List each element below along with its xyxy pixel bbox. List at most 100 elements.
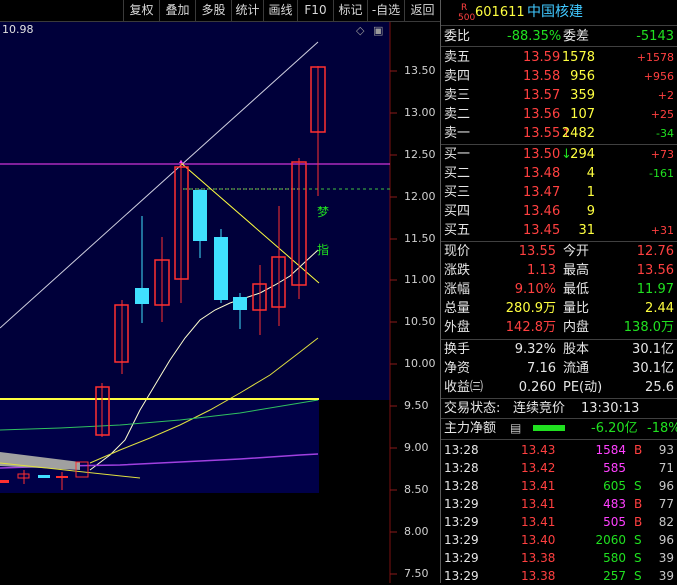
candlestick-chart[interactable] [0, 0, 440, 583]
level-label: 卖五 [444, 50, 471, 65]
trade-status-label: 交易状态: [444, 401, 501, 416]
list-icon[interactable]: ▤ [510, 419, 521, 438]
quote-label: 量比 [563, 301, 590, 316]
ask-level-row[interactable]: 卖三 13.57 359 +2 [441, 86, 677, 105]
quote-value: 1.13 [527, 263, 556, 278]
stats-row: 净资 7.16 流通 30.1亿 [441, 359, 677, 378]
tick-time: 13:28 [444, 479, 479, 493]
tick-side: S [634, 533, 642, 547]
tick-volume: 483 [603, 497, 626, 511]
tick-volume: 580 [603, 551, 626, 565]
stat-label: PE(动) [563, 380, 603, 395]
diamond-icon[interactable]: ◇ [356, 24, 364, 37]
level-volume: 294 [570, 147, 595, 162]
tick-price: 13.41 [521, 515, 556, 529]
tick-price: 13.42 [521, 461, 556, 475]
tick-volume: 505 [603, 515, 626, 529]
ask-level-row[interactable]: 卖四 13.58 956 +956 [441, 67, 677, 86]
ask-level-row[interactable]: 卖一 13.55 ↑ 2482 -34 [441, 124, 677, 143]
level-change: +2 [657, 89, 674, 102]
trade-status-value: 连续竞价 [513, 401, 566, 416]
candle [214, 237, 228, 300]
level-volume: 107 [570, 107, 595, 122]
tick-price: 13.41 [521, 497, 556, 511]
quote-value: 138.0万 [623, 320, 674, 335]
tick-side: B [634, 497, 643, 511]
level-price: 13.48 [523, 166, 561, 181]
y-tick-label: 10.00 [404, 357, 436, 370]
y-tick-label: 7.50 [404, 567, 429, 580]
y-tick-marks [390, 70, 397, 575]
level-volume: 1578 [561, 50, 595, 65]
tick-price: 13.43 [521, 443, 556, 457]
quote-label: 涨幅 [444, 282, 471, 297]
ask-level-row[interactable]: 卖五 13.59 1578 +1578 [441, 48, 677, 67]
main-flow-value: -6.20亿 [591, 421, 638, 436]
trade-status-time: 13:30:13 [581, 401, 640, 416]
tick-row[interactable]: 13:29 13.38 580 S 39 [441, 549, 677, 567]
tick-count: 71 [658, 461, 674, 475]
commission-diff-value: -5143 [636, 29, 674, 44]
level-change: +956 [643, 70, 674, 83]
tick-side: S [634, 551, 642, 565]
quote-row: 涨幅 9.10% 最低 11.97 [441, 280, 677, 299]
tick-row[interactable]: 13:29 13.41 483 B 77 [441, 495, 677, 513]
quote-label: 现价 [444, 244, 471, 259]
tick-row[interactable]: 13:29 13.41 505 B 82 [441, 513, 677, 531]
candle [0, 480, 9, 483]
tick-row[interactable]: 13:28 13.42 585 71 [441, 459, 677, 477]
y-tick-label: 9.50 [404, 399, 429, 412]
level-label: 卖二 [444, 107, 471, 122]
panel-toggle-icon[interactable]: ▣ [373, 24, 383, 37]
bid-level-row[interactable]: 买四 13.46 9 [441, 202, 677, 221]
level-change: +73 [650, 148, 674, 161]
y-tick-label: 10.50 [404, 315, 436, 328]
level-price: 13.45 [523, 223, 561, 238]
quote-value: 13.56 [636, 263, 674, 278]
level-label: 买三 [444, 185, 471, 200]
tick-time: 13:29 [444, 515, 479, 529]
bid-level-row[interactable]: 买一 13.50 ↓ 294 +73 [441, 145, 677, 164]
stat-label: 流通 [563, 361, 590, 376]
bid-level-row[interactable]: 买三 13.47 1 [441, 183, 677, 202]
level-volume: 2482 [561, 126, 595, 141]
tick-count: 77 [658, 497, 674, 511]
candle [233, 297, 247, 310]
y-tick-label: 11.00 [404, 273, 436, 286]
tick-time: 13:29 [444, 569, 479, 583]
level-volume: 4 [586, 166, 595, 181]
bid-level-row[interactable]: 买二 13.48 4 -161 [441, 164, 677, 183]
candle [38, 475, 50, 478]
level-price: 13.55 [523, 126, 561, 141]
tick-volume: 585 [603, 461, 626, 475]
tick-row[interactable]: 13:28 13.43 1584 B 93 [441, 441, 677, 459]
y-tick-label: 8.00 [404, 525, 429, 538]
tick-price: 13.38 [521, 569, 556, 583]
candle [135, 288, 149, 304]
level-change: +31 [650, 224, 674, 237]
level-price: 13.46 [523, 204, 561, 219]
tick-count: 39 [658, 569, 674, 583]
stat-label: 净资 [444, 361, 471, 376]
main-flow-bar [533, 425, 565, 431]
tick-price: 13.40 [521, 533, 556, 547]
y-tick-label: 11.50 [404, 232, 436, 245]
tick-volume: 2060 [595, 533, 626, 547]
ask-level-row[interactable]: 卖二 13.56 107 +25 [441, 105, 677, 124]
level-change: +25 [650, 108, 674, 121]
quote-panel: R 500 601611 中国核建 委比 -88.35% 委差 -5143 卖五… [440, 0, 677, 583]
cursor-price-label: 10.98 [2, 23, 34, 36]
bid-level-row[interactable]: 买五 13.45 31 +31 [441, 221, 677, 240]
level-volume: 9 [586, 204, 595, 219]
y-tick-label: 8.50 [404, 483, 429, 496]
main-flow-label: 主力净额 [444, 421, 497, 436]
quote-row: 总量 280.9万 量比 2.44 [441, 299, 677, 318]
level-price: 13.59 [523, 50, 561, 65]
tick-price: 13.38 [521, 551, 556, 565]
level-label: 买一 [444, 147, 471, 162]
tick-row[interactable]: 13:29 13.38 257 S 39 [441, 567, 677, 585]
tick-row[interactable]: 13:28 13.41 605 S 96 [441, 477, 677, 495]
main-flow-row[interactable]: 主力净额 ▤ -6.20亿 -18% [441, 419, 677, 438]
tick-row[interactable]: 13:29 13.40 2060 S 96 [441, 531, 677, 549]
stat-value: 25.6 [645, 380, 674, 395]
